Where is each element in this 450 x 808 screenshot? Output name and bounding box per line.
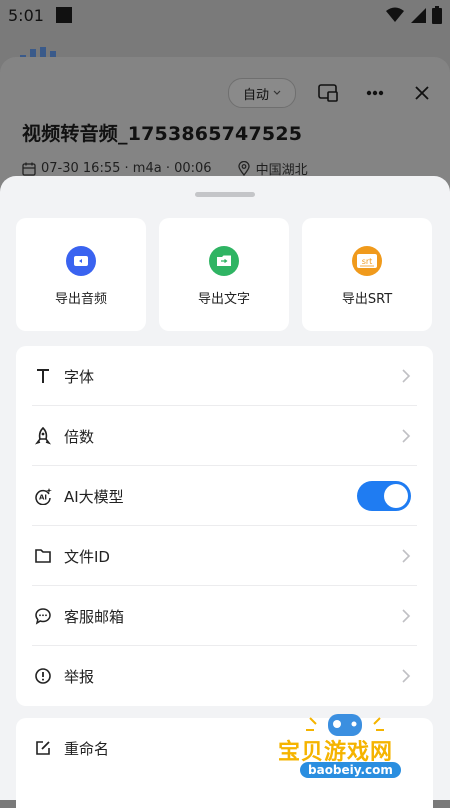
settings-menu: 字体 倍数 AI AI大模型 文件ID 客服邮箱 举报 (16, 346, 433, 706)
menu-item-label: 举报 (64, 668, 95, 686)
srt-icon: srt (352, 246, 382, 276)
text-export-icon (209, 246, 239, 276)
file-date: 07-30 16:55 (41, 161, 121, 176)
audio-export-icon (66, 246, 96, 276)
ai-icon: AI (35, 488, 52, 505)
picture-in-picture-icon (318, 84, 338, 102)
menu-item-file-id[interactable]: 文件ID (16, 526, 433, 586)
status-bar: 5:01 (0, 0, 450, 30)
more-button[interactable] (362, 82, 388, 104)
alert-icon (35, 668, 51, 684)
close-icon (415, 86, 429, 100)
meta-separator: · (161, 161, 175, 176)
chevron-right-icon (402, 609, 411, 623)
menu-item-label: 客服邮箱 (64, 608, 125, 626)
more-dots-icon (366, 90, 384, 96)
battery-icon (432, 6, 442, 24)
wifi-icon (386, 7, 404, 22)
chevron-right-icon (402, 669, 411, 683)
chevron-down-icon (273, 90, 281, 95)
export-srt-label: 导出SRT (341, 292, 393, 307)
menu-item-label: 字体 (64, 368, 95, 386)
calendar-icon (22, 162, 36, 176)
sheet-drag-handle[interactable] (195, 192, 255, 197)
meta-separator: · (120, 161, 133, 176)
export-text-button[interactable]: 导出文字 (159, 218, 289, 331)
chat-icon (35, 608, 51, 625)
export-srt-button[interactable]: srt 导出SRT (302, 218, 432, 331)
menu-item-report[interactable]: 举报 (16, 646, 433, 706)
status-time: 5:01 (8, 6, 44, 25)
menu-item-support-email[interactable]: 客服邮箱 (16, 586, 433, 646)
mode-auto-button[interactable]: 自动 (228, 78, 296, 108)
chevron-right-icon (402, 369, 411, 383)
file-format: m4a (132, 161, 162, 176)
rocket-icon (34, 427, 52, 445)
menu-item-speed[interactable]: 倍数 (16, 406, 433, 466)
notification-icon (56, 7, 72, 23)
menu-item-label: AI大模型 (64, 488, 124, 506)
menu-item-label: 重命名 (64, 740, 110, 758)
file-duration: 00:06 (174, 161, 212, 176)
export-audio-label: 导出音频 (54, 292, 107, 307)
edit-icon (36, 741, 50, 755)
menu-item-label: 文件ID (64, 548, 110, 566)
srt-icon-text: srt (362, 257, 373, 266)
signal-icon (411, 8, 426, 23)
file-title: 视频转音频_1753865747525 (22, 123, 303, 145)
toggle-knob (384, 484, 408, 508)
chevron-right-icon (402, 549, 411, 563)
menu-item-label: 倍数 (64, 428, 95, 446)
font-icon (37, 369, 49, 383)
mode-auto-label: 自动 (242, 87, 269, 103)
folder-icon (35, 549, 51, 563)
svg-text:AI: AI (39, 494, 47, 502)
status-icons (386, 6, 442, 24)
picture-in-picture-button[interactable] (316, 82, 340, 104)
chevron-right-icon (402, 429, 411, 443)
menu-item-ai-model: AI AI大模型 (16, 466, 433, 526)
export-text-label: 导出文字 (197, 292, 250, 307)
close-button[interactable] (410, 82, 434, 104)
menu-item-font[interactable]: 字体 (16, 346, 433, 406)
location-pin-icon (237, 161, 250, 176)
ai-model-toggle[interactable] (357, 481, 411, 511)
export-audio-button[interactable]: 导出音频 (16, 218, 146, 331)
watermark-url: baobeiy.com (300, 762, 401, 778)
